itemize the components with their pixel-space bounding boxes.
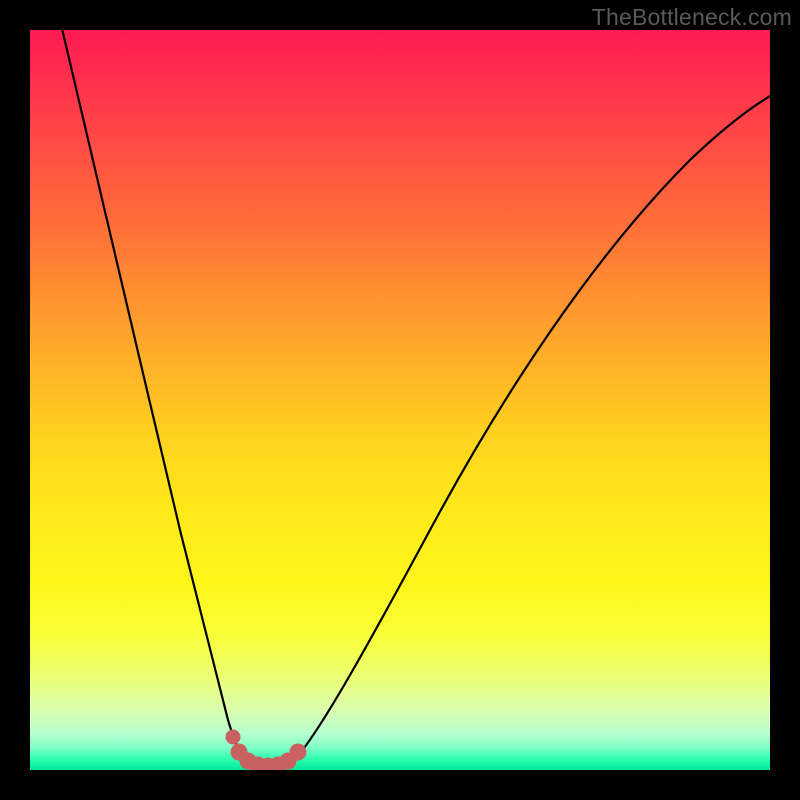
bottleneck-curve-left (60, 30, 250, 765)
watermark-text: TheBottleneck.com (592, 4, 792, 31)
marker-dot (290, 744, 307, 761)
highlight-dots (226, 730, 307, 771)
chart-stage: TheBottleneck.com (0, 0, 800, 800)
bottleneck-curve-right (290, 85, 770, 765)
curve-layer (30, 30, 770, 770)
plot-area (30, 30, 770, 770)
marker-dot (226, 730, 241, 745)
